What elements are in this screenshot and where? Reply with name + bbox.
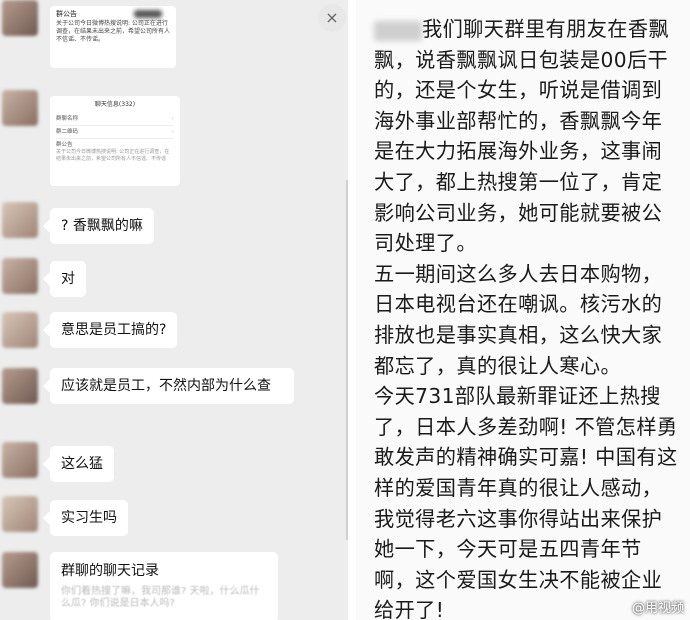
settings-row-label: 群公告 xyxy=(56,142,73,148)
chat-message[interactable]: 对 xyxy=(50,261,86,297)
avatar[interactable] xyxy=(2,552,38,588)
settings-row-sub: 关于公司今日微博热搜说明: 公司正在进行调查，在结果未出来之前，希望公司所有人不… xyxy=(56,149,170,162)
redaction-mark xyxy=(374,20,422,41)
settings-row[interactable]: 群二维码 › xyxy=(56,126,174,139)
avatar[interactable] xyxy=(2,312,38,348)
group-settings-screenshot[interactable]: 聊天信息(332) 群聊名称 › 群二维码 › 群公告 关于公司今日微博热搜说明… xyxy=(50,96,180,186)
group-notice-body: 关于公司今日微博热搜说明: 公司正在进行调查，在结果未出来之前，希望公司所有人不… xyxy=(56,20,171,43)
chat-record-card[interactable]: 群聊的聊天记录 你们看热搜了嘛，我司那谁? 天啦，什么瓜什么瓜? 你们说是日本人… xyxy=(50,552,278,620)
scrollbar[interactable] xyxy=(346,180,348,540)
avatar[interactable] xyxy=(2,368,38,404)
chat-message[interactable]: 应该就是员工，不然内部为什么查 xyxy=(50,368,294,404)
chat-message[interactable]: 这么猛 xyxy=(50,446,114,482)
avatar[interactable] xyxy=(2,90,38,126)
close-icon[interactable]: × xyxy=(318,4,346,32)
post-paragraph: 我们聊天群里有朋友在香飘飘，说香飘飘讽日包装是00后干的，还是个女生，听说是借调… xyxy=(374,17,670,256)
settings-row-label: 群聊名称 xyxy=(56,116,79,122)
post-body: 我们聊天群里有朋友在香飘飘，说香飘飘讽日包装是00后干的，还是个女生，听说是借调… xyxy=(374,14,680,620)
chat-panel: 群公告 关于公司今日微博热搜说明: 公司正在进行调查，在结果未出来之前，希望公司… xyxy=(0,0,348,620)
post-panel: 我们聊天群里有朋友在香飘飘，说香飘飘讽日包装是00后干的，还是个女生，听说是借调… xyxy=(356,0,690,620)
avatar[interactable] xyxy=(2,202,38,238)
chat-record-title: 群聊的聊天记录 xyxy=(61,563,159,579)
chat-message[interactable]: ? 香飘飘的嘛 xyxy=(50,208,154,244)
avatar[interactable] xyxy=(2,0,38,36)
chevron-right-icon: › xyxy=(171,129,174,135)
chat-message[interactable]: 实习生吗 xyxy=(50,500,128,536)
redaction-mark xyxy=(134,10,162,18)
post-paragraph: 今天731部队最新罪证还上热搜了，日本人多差劲啊! 不管怎样勇敢发声的精神确实可… xyxy=(374,384,678,620)
post-paragraph: 五一期间这么多人去日本购物，日本电视台还在嘲讽。核污水的排放也是事实真相，这么快… xyxy=(374,261,663,378)
chevron-right-icon: › xyxy=(171,116,174,122)
chat-message[interactable]: 意思是员工搞的? xyxy=(50,312,178,348)
avatar[interactable] xyxy=(2,496,38,532)
settings-header: 聊天信息(332) xyxy=(94,101,136,108)
settings-row[interactable]: 群聊名称 › xyxy=(56,113,174,126)
settings-row-label: 群二维码 xyxy=(56,129,79,135)
weibo-watermark: @用视频 xyxy=(631,601,684,616)
avatar[interactable] xyxy=(2,258,38,294)
settings-row[interactable]: 群公告 关于公司今日微博热搜说明: 公司正在进行调查，在结果未出来之前，希望公司… xyxy=(56,139,174,165)
avatar[interactable] xyxy=(2,442,38,478)
group-notice-card[interactable]: 群公告 关于公司今日微博热搜说明: 公司正在进行调查，在结果未出来之前，希望公司… xyxy=(50,6,176,68)
chat-record-preview: 你们看热搜了嘛，我司那谁? 天啦，什么瓜什么瓜? 你们说是日本人吗? xyxy=(61,586,260,609)
